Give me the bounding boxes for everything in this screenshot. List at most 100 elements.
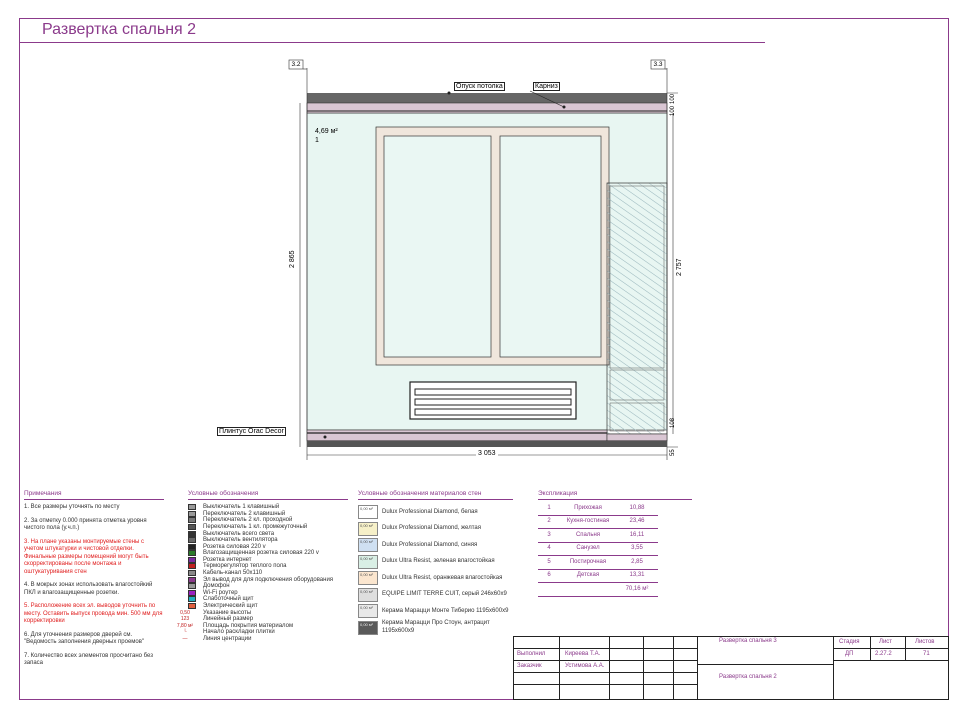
explication-area: 2,85 xyxy=(616,555,658,570)
material-label: Dulux Ultra Resist, зеленая влагостойкая xyxy=(382,558,495,565)
explication-n: 1 xyxy=(538,502,560,516)
sheet-value: 2.27.2 xyxy=(875,651,892,657)
dim-width-label: 3 053 xyxy=(476,450,498,457)
stage-value: ДП xyxy=(845,651,854,657)
explication-row: 6 Детская 13,31 xyxy=(538,569,658,584)
sheets-value: 71 xyxy=(923,651,930,657)
legend-item: 7,80 м² Площадь покрытия материалом xyxy=(177,623,348,630)
material-tag: 0,00 м² xyxy=(360,605,373,611)
customer-label: Заказчик xyxy=(517,663,542,669)
explication-section: Экспликация 1 Прихожая 10,88 2 Кухня-гостина… xyxy=(538,490,692,597)
legend-section: Условные обозначения Выключатель 1 клави… xyxy=(177,490,348,643)
axis-mark-left: 3.2 xyxy=(291,61,301,68)
lowcurrent-panel-icon xyxy=(188,596,196,603)
dim-top-label-2: 100 xyxy=(670,105,676,116)
material-item: 0,00 м² Dulux Ultra Resist, оранжевая вла… xyxy=(358,570,513,587)
material-label: EQUIPE LIMIT TERRE CUIT, серый 246х60х9 xyxy=(382,591,507,598)
explication-row: 3 Спальня 16,11 xyxy=(538,528,658,543)
stage-label: Стадия xyxy=(839,639,860,645)
material-item: 0,00 м² EQUIPE LIMIT TERRE CUIT, серый 24… xyxy=(358,587,513,604)
legend-item: Терморегулятор теплого пола xyxy=(188,563,348,570)
legend-item: — Линия центрации xyxy=(183,636,348,643)
material-swatch: 0,00 м² xyxy=(358,604,378,619)
thermostat-icon xyxy=(188,563,196,570)
legend-heading: Условные обозначения xyxy=(188,490,348,501)
sheet-title-bottom: Развертка спальня 2 xyxy=(719,674,777,680)
sheet-title: Развертка спальня 2 xyxy=(42,21,197,38)
material-label: Керама Марацци Монте Тиберио 1195х600х9 xyxy=(382,607,509,614)
legend-item: Выключатель всего света xyxy=(188,530,348,538)
material-tag: 0,00 м² xyxy=(360,572,373,578)
performed-name: Киреева Т.А. xyxy=(565,651,601,657)
legend-item: Влагозащищенная розетка силовая 220 v xyxy=(188,550,348,557)
switch-mid-icon xyxy=(188,523,196,530)
material-label: Dulux Professional Diamond, белая xyxy=(382,508,478,515)
explication-total-row: 70,16 м² xyxy=(538,582,658,597)
explication-n: 4 xyxy=(538,542,560,557)
explication-table: 1 Прихожая 10,88 2 Кухня-гостиная 23,46 3 Спаль… xyxy=(538,502,658,597)
explication-row: 2 Кухня-гостиная 23,46 xyxy=(538,515,658,530)
note-item: 5. Расположение всех эл. выводов уточнит… xyxy=(24,603,163,625)
material-swatch: 0,00 м² xyxy=(358,505,378,520)
legend-item: Электрический щит xyxy=(188,603,348,610)
explication-area: 3,55 xyxy=(616,542,658,557)
explication-n: 2 xyxy=(538,515,560,530)
lan-socket-icon xyxy=(188,556,196,563)
notes-section: Примечания 1. Все размеры уточнять по ме… xyxy=(24,490,164,674)
legend-item: Выключатель вентилятора xyxy=(188,537,348,544)
material-item: 0,00 м² Dulux Ultra Resist, зеленая влаго… xyxy=(358,554,513,571)
note-item: 7. Количество всех элементов просчитано … xyxy=(24,652,153,667)
explication-name: Спальня xyxy=(560,528,616,543)
legend-list: Выключатель 1 клавишный Переключатель 2 к… xyxy=(177,504,348,643)
notes-heading: Примечания xyxy=(24,490,164,501)
explication-name: Постирочная xyxy=(560,555,616,570)
material-tag: 0,00 м² xyxy=(360,539,373,545)
note-item: 6. Для уточнения размеров дверей см. "Ве… xyxy=(24,631,145,646)
note-item: 4. В мокрых зонах использовать влагостой… xyxy=(24,582,153,596)
explication-area: 23,46 xyxy=(616,515,658,530)
explication-row: 4 Санузел 3,55 xyxy=(538,542,658,557)
switch-2-icon xyxy=(188,510,196,517)
area-mark-icon: 7,80 м² xyxy=(176,622,194,629)
materials-section: Условные обозначения материалов стен 0,0… xyxy=(358,490,513,636)
materials-list: 0,00 м² Dulux Professional Diamond, белая… xyxy=(358,504,513,636)
switch-1-icon xyxy=(188,504,196,511)
dim-108-label: 108 xyxy=(670,417,676,428)
note-item: 3. На плане указаны монтируемые стены с … xyxy=(24,538,149,575)
label-cornice: Карниз xyxy=(533,82,560,91)
explication-n: 3 xyxy=(538,528,560,543)
explication-area: 10,88 xyxy=(616,502,658,516)
explication-area: 16,11 xyxy=(616,528,658,543)
dim-55-label: 55 xyxy=(670,449,676,456)
material-tag: 0,00 м² xyxy=(360,522,373,528)
material-tag: 0,00 м² xyxy=(360,588,373,594)
legend-item: Переключатель 2 кл. проходной xyxy=(188,517,348,524)
material-label: Dulux Professional Diamond, синяя xyxy=(382,541,478,548)
material-swatch: 0,00 м² xyxy=(358,620,378,635)
legend-item: Кабель-канал 50х110 xyxy=(188,570,348,577)
legend-item: Розетка интернет xyxy=(188,556,348,564)
explication-row: 5 Постирочная 2,85 xyxy=(538,555,658,570)
height-mark-icon: 0,50 xyxy=(180,609,190,616)
wifi-router-icon xyxy=(188,589,196,596)
material-item: 0,00 м² Керама Марацци Про Стоун, антраци… xyxy=(358,620,513,637)
tile-start-icon: └ xyxy=(183,629,187,636)
materials-heading: Условные обозначения материалов стен xyxy=(358,490,513,501)
legend-item: └ Начало раскладки плитки xyxy=(183,629,348,636)
center-line-icon: — xyxy=(182,635,188,642)
cable-channel-icon xyxy=(188,570,196,577)
explication-row: 1 Прихожая 10,88 xyxy=(538,502,658,516)
material-label: Керама Марацци Про Стоун, антрацит 1195х… xyxy=(382,620,490,634)
power-outlet-icon xyxy=(188,576,196,583)
socket-icon xyxy=(188,543,196,550)
performed-label: Выполнил xyxy=(517,651,546,657)
intercom-icon xyxy=(188,583,196,590)
material-label: Dulux Ultra Resist, оранжевая влагостойк… xyxy=(382,574,503,581)
legend-item: Розетка силовая 220 v xyxy=(188,543,348,551)
label-ceiling-drop: Опуск потолка xyxy=(454,82,505,91)
material-swatch: 0,00 м² xyxy=(358,538,378,553)
material-item: 0,00 м² Dulux Professional Diamond, белая xyxy=(358,504,513,521)
material-swatch: 0,00 м² xyxy=(358,521,378,536)
area-label: 4,69 м² xyxy=(315,128,338,135)
fan-switch-icon xyxy=(188,537,196,544)
